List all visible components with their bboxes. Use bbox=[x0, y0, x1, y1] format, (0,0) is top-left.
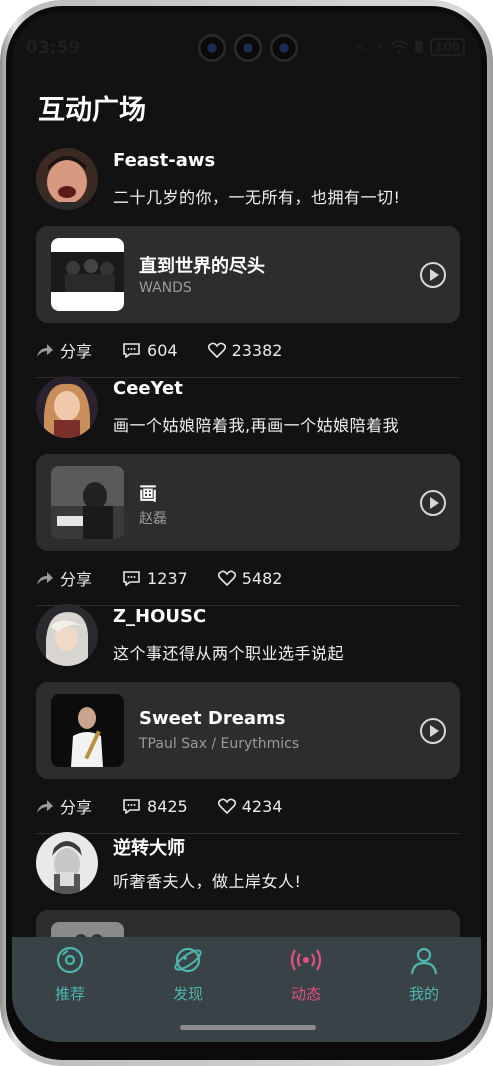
comment-button[interactable]: 1237 bbox=[122, 569, 188, 588]
share-icon bbox=[37, 572, 53, 585]
comment-count: 1237 bbox=[147, 568, 188, 588]
comment-button[interactable]: 8425 bbox=[122, 797, 188, 816]
share-button[interactable]: 分享 bbox=[36, 338, 92, 362]
user-icon bbox=[410, 947, 438, 975]
share-button[interactable]: 分享 bbox=[36, 794, 92, 818]
comment-count: 604 bbox=[147, 340, 178, 360]
share-button[interactable]: 分享 bbox=[36, 566, 92, 590]
heart-icon bbox=[217, 798, 236, 814]
avatar[interactable] bbox=[36, 376, 98, 438]
song-title: Sweet Dreams bbox=[139, 708, 286, 729]
username[interactable]: Feast-aws bbox=[113, 150, 215, 171]
song-artist: TPaul Sax / Eurythmics bbox=[139, 736, 300, 752]
post-text: 二十几岁的你，一无所有，也拥有一切! bbox=[113, 188, 401, 207]
heart-icon bbox=[207, 342, 226, 358]
like-button[interactable]: 23382 bbox=[207, 340, 283, 360]
avatar[interactable] bbox=[36, 148, 98, 210]
wifi-icon bbox=[390, 40, 408, 54]
song-card[interactable]: 画 赵磊 bbox=[36, 454, 460, 551]
post-text: 听奢香夫人，做上岸女人! bbox=[113, 872, 302, 891]
share-icon bbox=[37, 344, 53, 357]
post-actions: 分享 604 23382 bbox=[36, 338, 312, 362]
share-icon bbox=[37, 800, 53, 813]
song-title: 画 bbox=[139, 484, 157, 505]
share-label: 分享 bbox=[60, 570, 93, 589]
page-title: 互动广场 bbox=[38, 95, 146, 126]
heart-icon bbox=[217, 570, 236, 586]
share-label: 分享 bbox=[60, 342, 93, 361]
comment-icon bbox=[123, 343, 140, 358]
sim-icon bbox=[414, 41, 423, 53]
username[interactable]: 逆转大师 bbox=[113, 834, 185, 860]
broadcast-icon bbox=[290, 949, 322, 971]
camera-icon bbox=[270, 34, 298, 62]
play-button[interactable] bbox=[420, 718, 446, 744]
battery-icon: 100 bbox=[429, 38, 465, 56]
post-text: 画一个姑娘陪着我,再画一个姑娘陪着我 bbox=[113, 416, 400, 435]
tab-recommend[interactable]: 推荐 bbox=[30, 945, 110, 1004]
username[interactable]: Z_HOUSC bbox=[113, 606, 206, 627]
like-button[interactable]: 4234 bbox=[217, 796, 283, 816]
tab-label: 发现 bbox=[172, 985, 203, 1003]
tab-label: 推荐 bbox=[54, 985, 85, 1003]
like-count: 4234 bbox=[241, 796, 283, 816]
status-bar: 03:59 <·> 100 bbox=[12, 32, 481, 62]
home-indicator[interactable] bbox=[180, 1025, 316, 1030]
post-text: 这个事还得从两个职业选手说起 bbox=[113, 644, 345, 663]
album-cover bbox=[51, 694, 124, 767]
song-artist: 赵磊 bbox=[139, 511, 167, 527]
avatar[interactable] bbox=[36, 604, 98, 666]
tab-moments[interactable]: 动态 bbox=[266, 945, 346, 1004]
comment-button[interactable]: 604 bbox=[122, 341, 178, 360]
tab-label: 动态 bbox=[290, 985, 321, 1003]
song-card[interactable]: 直到世界的尽头 WANDS bbox=[36, 226, 460, 323]
feed-post: Z_HOUSC 这个事还得从两个职业选手说起 Sweet Dreams TPau… bbox=[12, 604, 481, 834]
comment-icon bbox=[123, 571, 140, 586]
status-icons: <·> 100 bbox=[356, 38, 465, 56]
play-button[interactable] bbox=[420, 262, 446, 288]
post-actions: 分享 8425 4234 bbox=[36, 794, 312, 818]
comment-icon bbox=[123, 799, 140, 814]
disc-icon bbox=[56, 946, 84, 974]
post-actions: 分享 1237 5482 bbox=[36, 566, 312, 590]
play-button[interactable] bbox=[420, 490, 446, 516]
planet-icon bbox=[174, 947, 202, 973]
username[interactable]: CeeYet bbox=[113, 378, 183, 399]
data-transfer-icon: <·> bbox=[356, 39, 384, 55]
like-count: 5482 bbox=[241, 568, 283, 588]
tab-discover[interactable]: 发现 bbox=[148, 945, 228, 1004]
feed-post: CeeYet 画一个姑娘陪着我,再画一个姑娘陪着我 画 赵磊 分享 1237 5… bbox=[12, 376, 481, 606]
song-title: 直到世界的尽头 bbox=[139, 256, 265, 277]
like-button[interactable]: 5482 bbox=[217, 568, 283, 588]
feed-post: Feast-aws 二十几岁的你，一无所有，也拥有一切! 直到世界的尽头 WAN… bbox=[12, 148, 481, 378]
status-time: 03:59 bbox=[26, 38, 81, 58]
album-cover bbox=[51, 238, 124, 311]
tab-label: 我的 bbox=[408, 985, 439, 1003]
camera-icon bbox=[198, 34, 226, 62]
album-cover bbox=[51, 466, 124, 539]
song-artist: WANDS bbox=[139, 280, 192, 296]
comment-count: 8425 bbox=[147, 796, 188, 816]
song-card[interactable]: Sweet Dreams TPaul Sax / Eurythmics bbox=[36, 682, 460, 779]
screen: 03:59 <·> 100 互动广场 Feast-aws 二十几岁的你，一无所有… bbox=[12, 12, 481, 1042]
avatar[interactable] bbox=[36, 832, 98, 894]
tab-mine[interactable]: 我的 bbox=[384, 945, 464, 1004]
share-label: 分享 bbox=[60, 798, 93, 817]
like-count: 23382 bbox=[231, 340, 283, 360]
camera-icon bbox=[234, 34, 262, 62]
